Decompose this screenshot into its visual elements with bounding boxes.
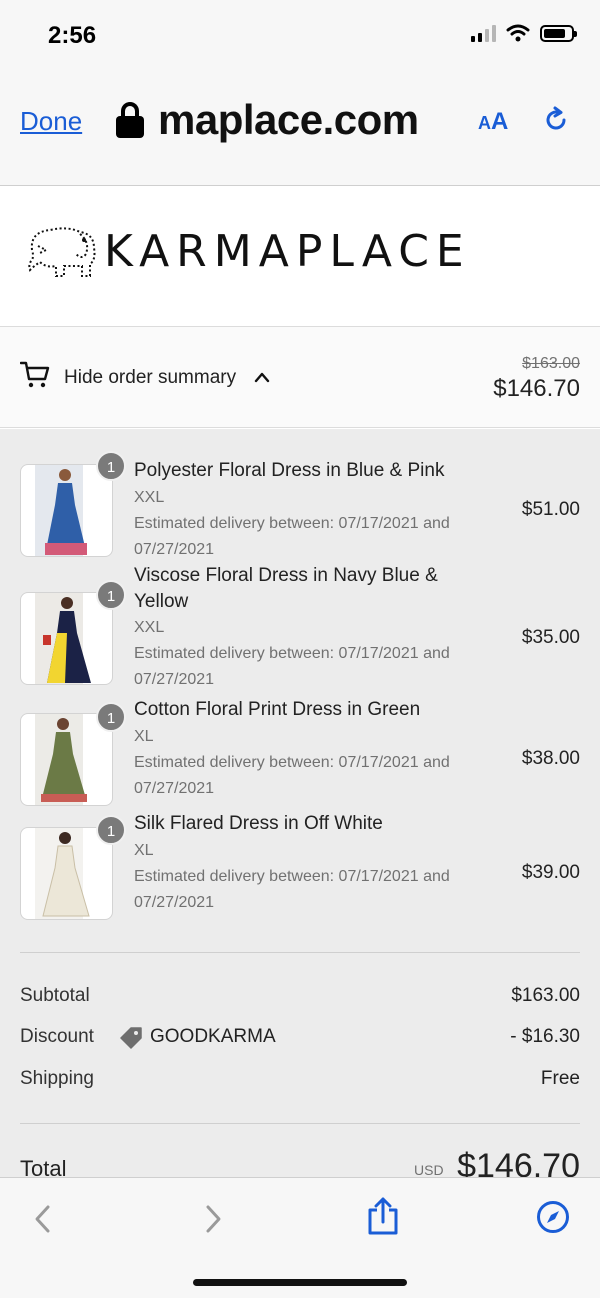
cart-icon	[20, 361, 50, 388]
divider	[20, 1123, 580, 1124]
order-summary-toggle[interactable]: Hide order summary $163.00 $146.70	[0, 327, 600, 428]
done-button[interactable]: Done	[20, 106, 82, 137]
item-variant: XXL	[134, 489, 165, 506]
item-delivery: Estimated delivery between: 07/17/2021 a…	[134, 645, 450, 688]
item-delivery: Estimated delivery between: 07/17/2021 a…	[134, 754, 450, 797]
battery-icon	[540, 24, 577, 42]
quantity-badge: 1	[96, 580, 126, 610]
item-price: $51.00	[521, 499, 580, 520]
item-variant: XL	[134, 728, 154, 745]
quantity-badge: 1	[96, 815, 126, 845]
item-price: $38.00	[521, 748, 580, 769]
summary-total: $146.70	[493, 375, 580, 402]
product-thumbnail	[20, 827, 113, 920]
brand-name[interactable]: KARMAPLACE	[104, 226, 471, 277]
item-price: $39.00	[521, 862, 580, 883]
divider	[20, 952, 580, 953]
chevron-up-icon	[254, 372, 270, 383]
elephant-logo-icon[interactable]	[24, 220, 100, 280]
original-total: $163.00	[522, 355, 580, 372]
dress-image	[35, 465, 87, 556]
item-delivery: Estimated delivery between: 07/17/2021 a…	[134, 515, 450, 558]
item-variant: XL	[134, 842, 154, 859]
tag-icon	[120, 1027, 142, 1049]
item-title: Cotton Floral Print Dress in Green	[134, 699, 421, 720]
subtotal-label: Subtotal	[20, 985, 90, 1006]
order-summary-toggle-label[interactable]: Hide order summary	[64, 367, 236, 389]
share-icon[interactable]	[366, 1196, 400, 1236]
product-thumbnail	[20, 464, 113, 557]
item-title: Viscose Floral Dress in Navy Blue & Yell…	[134, 565, 438, 612]
shipping-value: Free	[540, 1068, 580, 1089]
dress-image	[35, 714, 87, 805]
status-bar: 2:56	[0, 0, 600, 72]
lock-icon	[116, 102, 144, 138]
compass-icon[interactable]	[536, 1200, 570, 1234]
cellular-signal-icon	[471, 24, 496, 42]
discount-label: Discount	[20, 1026, 94, 1047]
url-text[interactable]: maplace.com	[158, 96, 419, 144]
browser-address-bar: Done maplace.com AA	[0, 72, 600, 186]
discount-code: GOODKARMA	[150, 1026, 276, 1047]
currency-code: USD	[414, 1162, 444, 1178]
subtotal-value: $163.00	[511, 985, 580, 1006]
order-summary: 1 Polyester Floral Dress in Blue & Pink …	[0, 429, 600, 1189]
forward-icon[interactable]	[204, 1204, 224, 1234]
quantity-badge: 1	[96, 702, 126, 732]
aa-small-label: A	[478, 113, 491, 133]
back-icon[interactable]	[32, 1204, 52, 1234]
text-size-button[interactable]: AA	[478, 108, 508, 136]
store-header: KARMAPLACE	[0, 186, 600, 327]
product-thumbnail	[20, 592, 113, 685]
aa-big-label: A	[491, 108, 509, 135]
item-price: $35.00	[521, 627, 580, 648]
item-delivery: Estimated delivery between: 07/17/2021 a…	[134, 868, 450, 911]
status-icons	[471, 24, 577, 42]
quantity-badge: 1	[96, 451, 126, 481]
wifi-icon	[506, 24, 530, 42]
dress-image	[35, 828, 90, 919]
status-time: 2:56	[48, 22, 97, 49]
item-variant: XXL	[134, 619, 165, 636]
discount-value: - $16.30	[510, 1026, 580, 1047]
shipping-label: Shipping	[20, 1068, 94, 1089]
reload-icon[interactable]	[542, 106, 570, 134]
dress-image	[35, 593, 91, 684]
item-title: Silk Flared Dress in Off White	[134, 813, 383, 834]
browser-toolbar	[0, 1177, 600, 1298]
home-indicator[interactable]	[193, 1279, 407, 1286]
item-title: Polyester Floral Dress in Blue & Pink	[134, 460, 445, 481]
